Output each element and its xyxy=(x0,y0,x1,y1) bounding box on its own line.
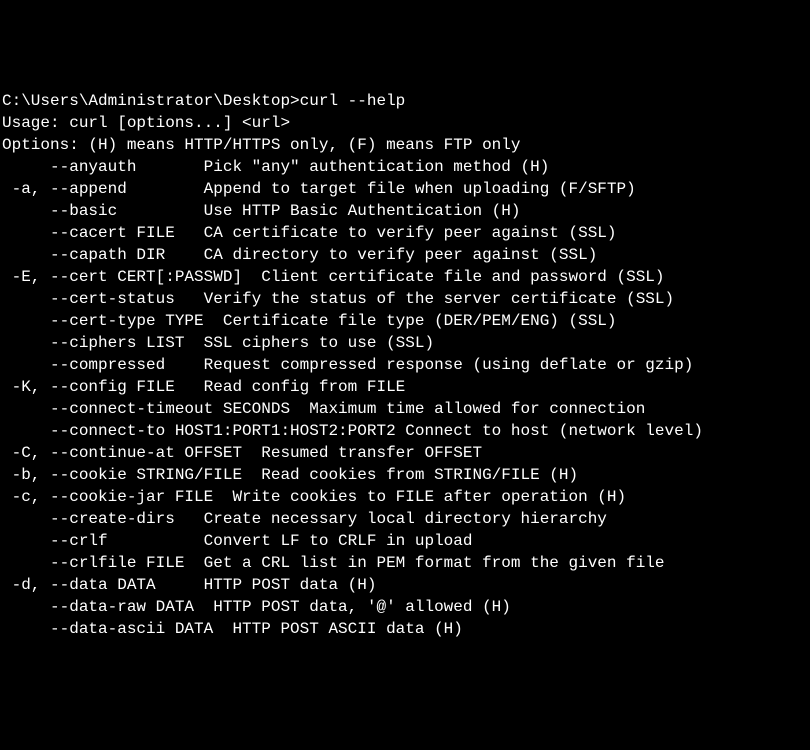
terminal-line: --connect-to HOST1:PORT1:HOST2:PORT2 Con… xyxy=(2,420,810,442)
terminal-line: --ciphers LIST SSL ciphers to use (SSL) xyxy=(2,332,810,354)
terminal-line: -d, --data DATA HTTP POST data (H) xyxy=(2,574,810,596)
terminal-line: --data-raw DATA HTTP POST data, '@' allo… xyxy=(2,596,810,618)
terminal-line: -a, --append Append to target file when … xyxy=(2,178,810,200)
terminal-line: C:\Users\Administrator\Desktop>curl --he… xyxy=(2,90,810,112)
terminal-line: --anyauth Pick "any" authentication meth… xyxy=(2,156,810,178)
terminal-output[interactable]: C:\Users\Administrator\Desktop>curl --he… xyxy=(2,90,810,640)
terminal-line: --crlfile FILE Get a CRL list in PEM for… xyxy=(2,552,810,574)
terminal-line: -c, --cookie-jar FILE Write cookies to F… xyxy=(2,486,810,508)
terminal-line: -K, --config FILE Read config from FILE xyxy=(2,376,810,398)
terminal-line: Options: (H) means HTTP/HTTPS only, (F) … xyxy=(2,134,810,156)
terminal-line: --create-dirs Create necessary local dir… xyxy=(2,508,810,530)
terminal-line: --basic Use HTTP Basic Authentication (H… xyxy=(2,200,810,222)
terminal-line: Usage: curl [options...] <url> xyxy=(2,112,810,134)
terminal-line: --crlf Convert LF to CRLF in upload xyxy=(2,530,810,552)
terminal-line: -b, --cookie STRING/FILE Read cookies fr… xyxy=(2,464,810,486)
terminal-line: --connect-timeout SECONDS Maximum time a… xyxy=(2,398,810,420)
terminal-line: --data-ascii DATA HTTP POST ASCII data (… xyxy=(2,618,810,640)
terminal-line: -C, --continue-at OFFSET Resumed transfe… xyxy=(2,442,810,464)
terminal-line: --cacert FILE CA certificate to verify p… xyxy=(2,222,810,244)
terminal-line: --capath DIR CA directory to verify peer… xyxy=(2,244,810,266)
terminal-line: --cert-type TYPE Certificate file type (… xyxy=(2,310,810,332)
terminal-line: --cert-status Verify the status of the s… xyxy=(2,288,810,310)
terminal-line: -E, --cert CERT[:PASSWD] Client certific… xyxy=(2,266,810,288)
terminal-line: --compressed Request compressed response… xyxy=(2,354,810,376)
